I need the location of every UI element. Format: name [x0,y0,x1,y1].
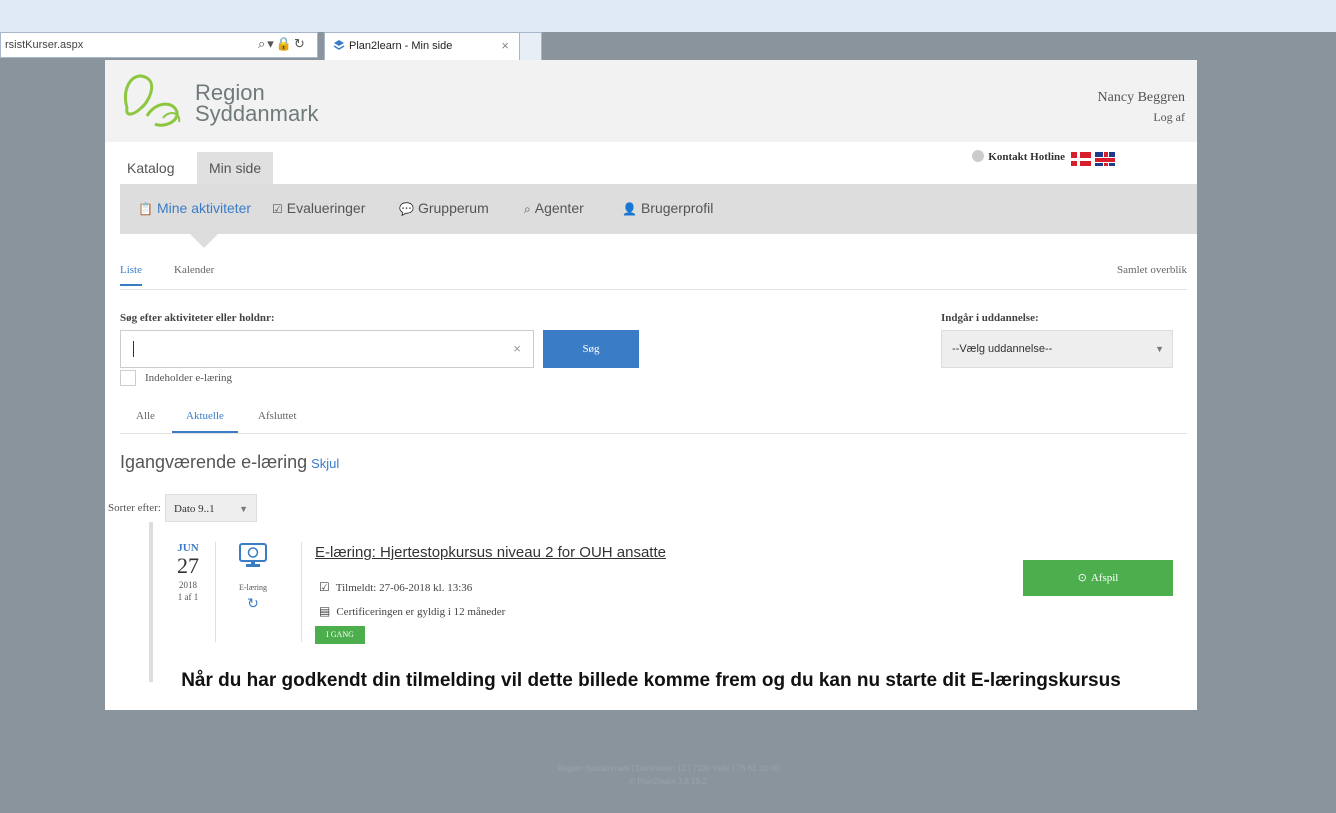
refresh-icon[interactable]: ↻ [233,596,273,612]
logo-line-1: Region [195,80,265,105]
refresh-icon[interactable]: ↻ [294,37,307,52]
uk-flag-icon[interactable] [1095,152,1115,166]
subnav-label: Agenter [534,200,584,216]
view-tabs: Liste Kalender Samlet overblik [120,256,1187,290]
filter-tabs: Alle Aktuelle Afsluttet [120,398,1187,434]
site-footer: Region Syddanmark | Damhaven 12 | 7100 V… [0,762,1336,788]
hide-link[interactable]: Skjul [311,456,339,471]
tab-liste[interactable]: Liste [120,264,142,286]
education-selected: --Vælg uddannelse-- [952,343,1053,355]
footer-copyright: © Plan2learn 3.8.19.2 [629,777,707,786]
divider [215,542,216,642]
page-container: Region Syddanmark Nancy Beggren Log af K… [105,60,1197,710]
section-title-text: Igangværende e-læring [120,452,308,472]
plan2learn-icon [333,40,345,50]
subnav-label: Mine aktiviteter [156,200,252,216]
search-button[interactable]: Søg [543,330,639,368]
e-learning-checkbox-label[interactable]: Indeholder e-læring [145,372,232,384]
logo-line-2: Syddanmark [195,101,319,126]
tab-close-icon[interactable]: × [501,33,509,59]
logo-mark-icon [124,74,181,127]
overview-link[interactable]: Samlet overblik [1117,264,1187,276]
lock-icon: 🔒 [275,37,294,52]
subnav-grupperum[interactable]: 💬 Grupperum [399,200,489,216]
search-icon[interactable]: ⌕ [258,37,267,52]
education-label: Indgår i uddannelse: [941,312,1039,324]
sub-navigation: 📋 Mine aktiviteter ☑ Evalueringer 💬 Grupper… [120,184,1197,248]
education-select[interactable]: --Vælg uddannelse-- ▼ [941,330,1173,368]
danish-flag-icon[interactable] [1071,152,1091,166]
e-learning-checkbox[interactable] [120,370,136,386]
text-caret [133,341,134,357]
sort-selected: Dato 9..1 [174,503,215,515]
play-icon: ⊙ [1077,571,1087,584]
tab-katalog[interactable]: Katalog [115,152,186,184]
tab-min-side[interactable]: Min side [197,152,274,184]
tab-aktuelle[interactable]: Aktuelle [172,410,238,433]
course-year: 2018 [179,580,197,590]
enrolled-info: ☑ Tilmeldt: 27-06-2018 kl. 13:36 [319,580,472,594]
course-date: JUN 27 2018 1 af 1 [163,542,213,602]
new-tab-button[interactable] [520,32,542,60]
subnav-evalueringer[interactable]: ☑ Evalueringer [272,200,365,216]
sort-label: Sorter efter: [108,502,161,514]
tab-alle[interactable]: Alle [136,410,155,422]
subnav-mine-aktiviteter[interactable]: 📋 Mine aktiviteter [138,200,251,216]
enrolled-text: Tilmeldt: 27-06-2018 kl. 13:36 [335,582,473,594]
user-name: Nancy Beggren [1097,90,1185,105]
site-header: Region Syddanmark Nancy Beggren Log af [105,60,1197,142]
section-title: Igangværende e-læring Skjul [120,452,339,473]
certificate-info: ▤ Certificeringen er gyldig i 12 måneder [319,604,505,618]
course-day: 27 [177,553,199,578]
hotline-label: Kontakt Hotline [988,151,1065,163]
course-title-link[interactable]: E-læring: Hjertestopkursus niveau 2 for … [315,544,666,561]
subnav-label: Grupperum [417,200,489,216]
calendar-icon: ▤ [319,604,331,618]
play-label: Afspil [1090,572,1119,584]
tab-kalender[interactable]: Kalender [174,264,214,276]
course-count: 1 af 1 [177,592,199,602]
dropdown-arrow-icon: ▼ [1155,344,1164,354]
subnav-brugerprofil[interactable]: 👤 Brugerprofil [622,200,713,216]
region-logo[interactable]: Region Syddanmark [119,68,319,134]
checkbox-icon: ☑ [272,202,283,216]
course-accent-bar [149,522,153,682]
course-type: E-læring ↻ [233,542,273,612]
clear-icon[interactable]: × [513,341,521,356]
main-tabs: Katalog Min side Kontakt Hotline [105,142,1197,184]
tab-afsluttet[interactable]: Afsluttet [258,410,297,422]
certificate-text: Certificeringen er gyldig i 12 måneder [336,606,506,618]
clipboard-icon: 📋 [138,202,153,216]
person-icon: 👤 [622,202,637,216]
info-icon [972,150,985,162]
active-pointer [190,234,218,248]
status-badge: I GANG [315,626,365,644]
browser-titlebar [0,0,1336,32]
monitor-icon [239,543,267,567]
hotline-link[interactable]: Kontakt Hotline [972,150,1065,163]
dropdown-arrow-icon: ▼ [239,504,248,514]
search-label: Søg efter aktiviteter eller holdnr: [120,312,275,324]
instruction-caption: Når du har godkendt din tilmelding vil d… [181,670,1121,691]
tab-title: Plan2learn - Min side [349,40,453,52]
browser-tab[interactable]: Plan2learn - Min side × [324,32,520,60]
dropdown-icon[interactable]: ▾ [267,37,276,52]
sort-select[interactable]: Dato 9..1 ▼ [165,494,257,522]
divider [301,542,302,642]
course-type-label: E-læring [239,583,267,592]
subnav-label: Brugerprofil [640,200,714,216]
footer-address: Region Syddanmark | Damhaven 12 | 7100 V… [557,764,779,773]
play-button[interactable]: ⊙ Afspil [1023,560,1173,596]
search-icon: ⌕ [524,202,531,216]
subnav-agenter[interactable]: ⌕ Agenter [524,200,584,217]
chat-icon: 💬 [399,202,414,216]
logo-text: Region Syddanmark [195,80,319,126]
checkbox-icon: ☑ [319,580,330,594]
search-input[interactable]: × [120,330,534,368]
address-bar-icons[interactable]: ⌕▾🔒↻ [258,37,307,52]
logout-link[interactable]: Log af [1153,110,1185,125]
subnav-label: Evalueringer [286,200,366,216]
